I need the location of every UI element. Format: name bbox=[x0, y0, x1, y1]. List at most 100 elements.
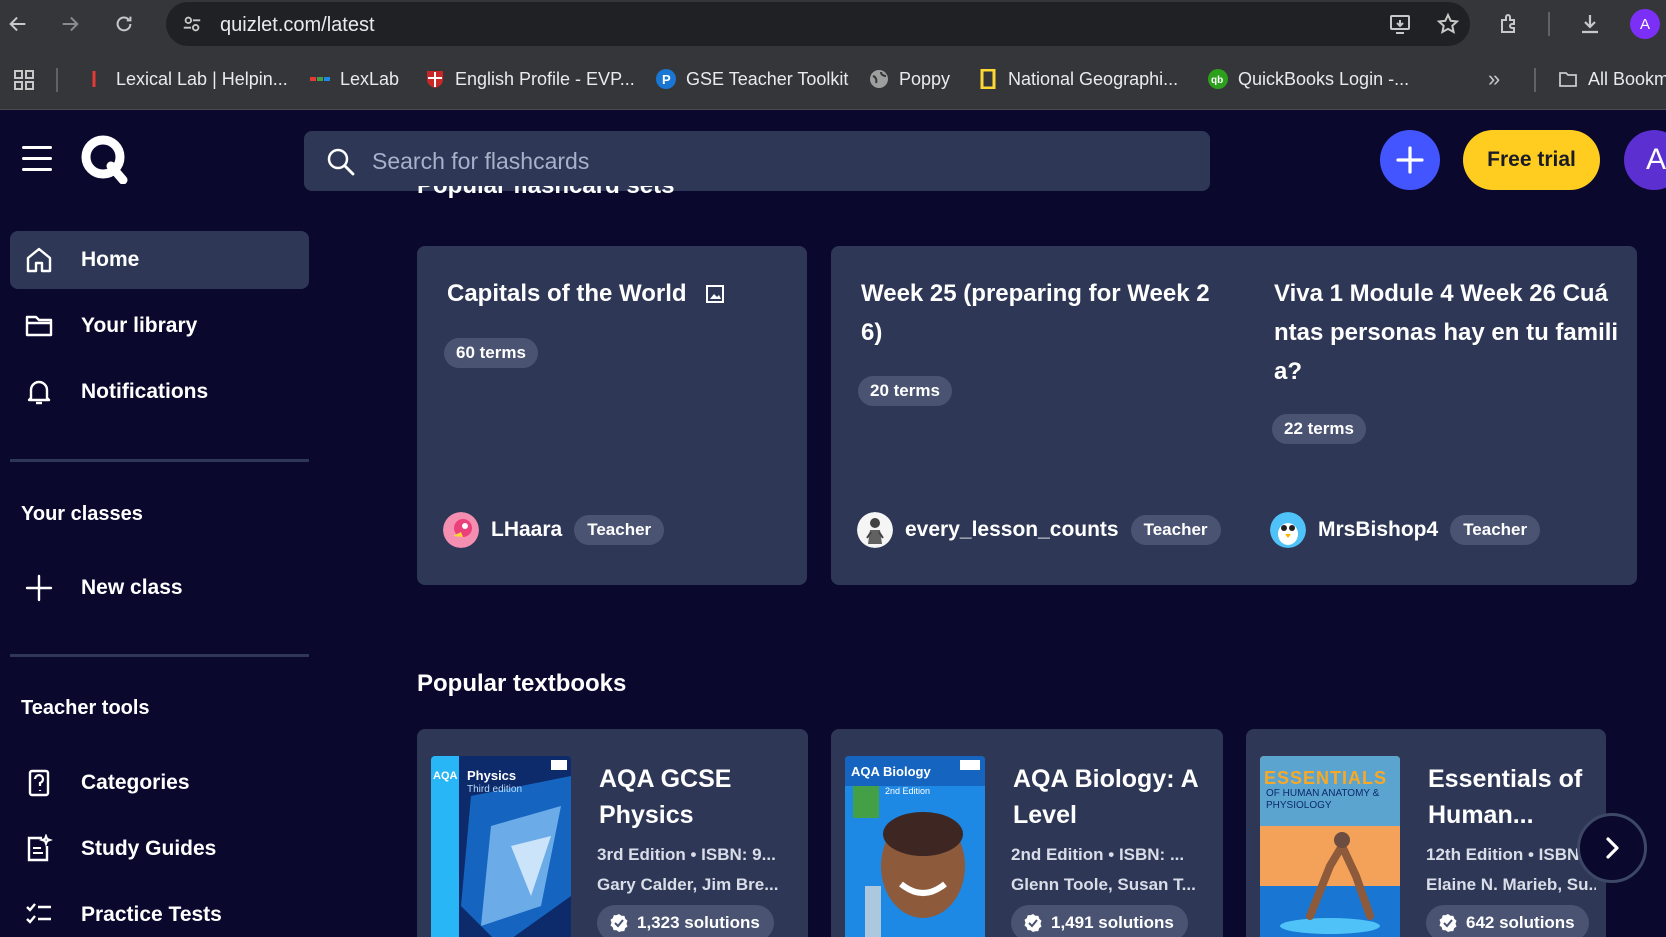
reload-button[interactable] bbox=[108, 8, 140, 40]
star-icon[interactable] bbox=[1434, 10, 1462, 38]
quizlet-logo[interactable] bbox=[80, 134, 128, 185]
study-guides-icon bbox=[27, 834, 53, 862]
solutions-badge: 1,323 solutions bbox=[597, 905, 774, 937]
svg-text:P: P bbox=[662, 72, 671, 87]
textbook-card[interactable]: ESSENTIALS OF HUMAN ANATOMY & PHYSIOLOGY… bbox=[1246, 729, 1606, 937]
set-author[interactable]: LHaara Teacher bbox=[443, 512, 665, 548]
arrow-left-icon bbox=[9, 16, 26, 32]
flashcard-set-card[interactable]: Capitals of the World 60 terms LHaara Te… bbox=[417, 246, 807, 585]
terms-count-badge: 60 terms bbox=[444, 338, 538, 368]
textbook-title: AQA Biology: A Level bbox=[1013, 765, 1199, 829]
address-bar[interactable]: quizlet.com/latest bbox=[166, 2, 1470, 46]
hamburger-line bbox=[22, 168, 52, 171]
cover-publisher: AQA bbox=[433, 770, 458, 782]
english-profile-icon bbox=[427, 71, 443, 88]
flashcard-set-card[interactable]: Week 25 (preparing for Week 2 6) 20 term… bbox=[831, 246, 1244, 585]
all-bookmarks-folder[interactable]: All Bookmarks bbox=[1558, 66, 1666, 92]
forward-button[interactable] bbox=[54, 8, 86, 40]
your-classes-heading: Your classes bbox=[21, 503, 143, 525]
bell-icon bbox=[27, 380, 51, 405]
svg-text:qb: qb bbox=[1211, 75, 1223, 86]
carousel-next-button[interactable] bbox=[1577, 813, 1647, 883]
new-class-button[interactable]: New class bbox=[10, 559, 309, 617]
set-title: Viva 1 Module 4 Week 26 Cuá ntas persona… bbox=[1274, 280, 1619, 385]
free-trial-button[interactable]: Free trial bbox=[1463, 130, 1600, 190]
search-input[interactable] bbox=[372, 131, 1192, 191]
cover-subtitle: OF HUMAN ANATOMY & PHYSIOLOGY bbox=[1266, 788, 1380, 811]
cover-title: ESSENTIALS bbox=[1264, 768, 1388, 788]
folder-icon bbox=[25, 315, 53, 337]
browser-profile-avatar[interactable]: A bbox=[1630, 9, 1660, 39]
quizlet-logo-icon bbox=[81, 135, 128, 185]
avatar bbox=[443, 512, 479, 548]
sidebar-item-home[interactable]: Home bbox=[10, 231, 309, 289]
bookmark-poppy[interactable]: Poppy bbox=[869, 66, 950, 92]
bookmark-english-profile[interactable]: English Profile - EVP... bbox=[425, 66, 635, 92]
bookmark-gse[interactable]: P GSE Teacher Toolkit bbox=[656, 66, 848, 92]
sidebar-divider bbox=[10, 654, 309, 657]
set-title: Capitals of the World bbox=[447, 274, 725, 313]
textbook-cover: AQA Physics Third edition bbox=[431, 756, 571, 937]
bookmark-label: LexLab bbox=[340, 68, 400, 89]
cover-edition: Third edition bbox=[467, 784, 523, 795]
menu-button[interactable] bbox=[22, 146, 54, 174]
site-settings-icon[interactable] bbox=[178, 10, 206, 38]
sidebar-item-label: Categories bbox=[81, 771, 190, 794]
avatar bbox=[857, 512, 893, 548]
apps-grid-icon[interactable] bbox=[12, 68, 36, 97]
textbook-cover: AQA Biology 2nd Edition bbox=[845, 756, 985, 937]
sidebar-item-notifications[interactable]: Notifications bbox=[10, 363, 309, 421]
lexlab-icon bbox=[310, 77, 330, 81]
sidebar-item-study-guides[interactable]: Study Guides bbox=[10, 820, 309, 878]
home-icon bbox=[26, 247, 52, 273]
back-button[interactable] bbox=[2, 8, 34, 40]
bookmark-quickbooks[interactable]: qb QuickBooks Login -... bbox=[1208, 66, 1409, 92]
textbook-card[interactable]: AQA Physics Third edition AQA GCSE Physi… bbox=[417, 729, 808, 937]
flashcard-set-group: Week 25 (preparing for Week 2 6) 20 term… bbox=[831, 246, 1637, 585]
flashcard-sets-heading: Popular flashcard sets bbox=[417, 186, 674, 212]
categories-icon bbox=[28, 769, 50, 797]
textbook-card[interactable]: AQA Biology 2nd Edition AQA Biology: A L… bbox=[831, 729, 1223, 937]
terms-count-badge: 22 terms bbox=[1272, 414, 1366, 444]
textbook-edition-isbn: 2nd Edition • ISBN: ... bbox=[1011, 845, 1185, 864]
plus-icon bbox=[25, 574, 53, 602]
downloads-icon[interactable] bbox=[1574, 8, 1606, 40]
bookmark-label: National Geographi... bbox=[1008, 68, 1179, 89]
bookmark-lexlab[interactable]: LexLab bbox=[310, 66, 399, 92]
url-text[interactable]: quizlet.com/latest bbox=[220, 14, 375, 37]
bookmarks-divider bbox=[1534, 68, 1536, 92]
extensions-icon[interactable] bbox=[1494, 8, 1526, 40]
bookmark-lexical-lab[interactable]: Lexical Lab | Helpin... bbox=[86, 66, 288, 92]
set-author[interactable]: MrsBishop4 Teacher bbox=[1270, 512, 1541, 548]
verified-check-icon bbox=[610, 914, 628, 932]
search-bar[interactable] bbox=[304, 131, 1210, 191]
textbook-authors: Gary Calder, Jim Bre... bbox=[597, 875, 779, 894]
gse-icon: P bbox=[656, 69, 676, 89]
flashcard-set-card[interactable]: Viva 1 Module 4 Week 26 Cuá ntas persona… bbox=[1244, 246, 1637, 585]
practice-tests-icon bbox=[26, 903, 51, 924]
sidebar-item-library[interactable]: Your library bbox=[10, 297, 309, 355]
more-bookmarks-chevron-icon[interactable]: » bbox=[1488, 66, 1500, 92]
cover-title: Physics bbox=[467, 768, 517, 783]
sidebar-item-practice-tests[interactable]: Practice Tests bbox=[10, 886, 309, 937]
solutions-badge: 1,491 solutions bbox=[1011, 905, 1188, 937]
sidebar-item-label: Notifications bbox=[81, 380, 209, 403]
lexical-lab-icon bbox=[92, 71, 96, 87]
textbook-edition-isbn: 3rd Edition • ISBN: 9... bbox=[597, 845, 776, 864]
sidebar-item-label: Your library bbox=[81, 314, 198, 337]
toolbar-divider bbox=[1548, 12, 1550, 36]
image-icon bbox=[705, 284, 724, 303]
user-avatar[interactable]: A bbox=[1624, 130, 1666, 190]
textbook-title: Essentials of Human... bbox=[1428, 765, 1583, 829]
teacher-badge: Teacher bbox=[1450, 515, 1541, 545]
install-app-icon[interactable] bbox=[1386, 10, 1414, 38]
search-icon bbox=[327, 148, 355, 176]
create-button[interactable] bbox=[1380, 130, 1440, 190]
bookmarks-divider bbox=[56, 68, 58, 92]
textbook-cover: ESSENTIALS OF HUMAN ANATOMY & PHYSIOLOGY bbox=[1260, 756, 1400, 937]
sidebar-item-categories[interactable]: Categories bbox=[10, 754, 309, 812]
bookmark-natgeo[interactable]: National Geographi... bbox=[978, 66, 1178, 92]
set-author[interactable]: every_lesson_counts Teacher bbox=[857, 512, 1221, 548]
arrow-right-icon bbox=[62, 16, 79, 32]
author-name: LHaara bbox=[491, 518, 563, 541]
